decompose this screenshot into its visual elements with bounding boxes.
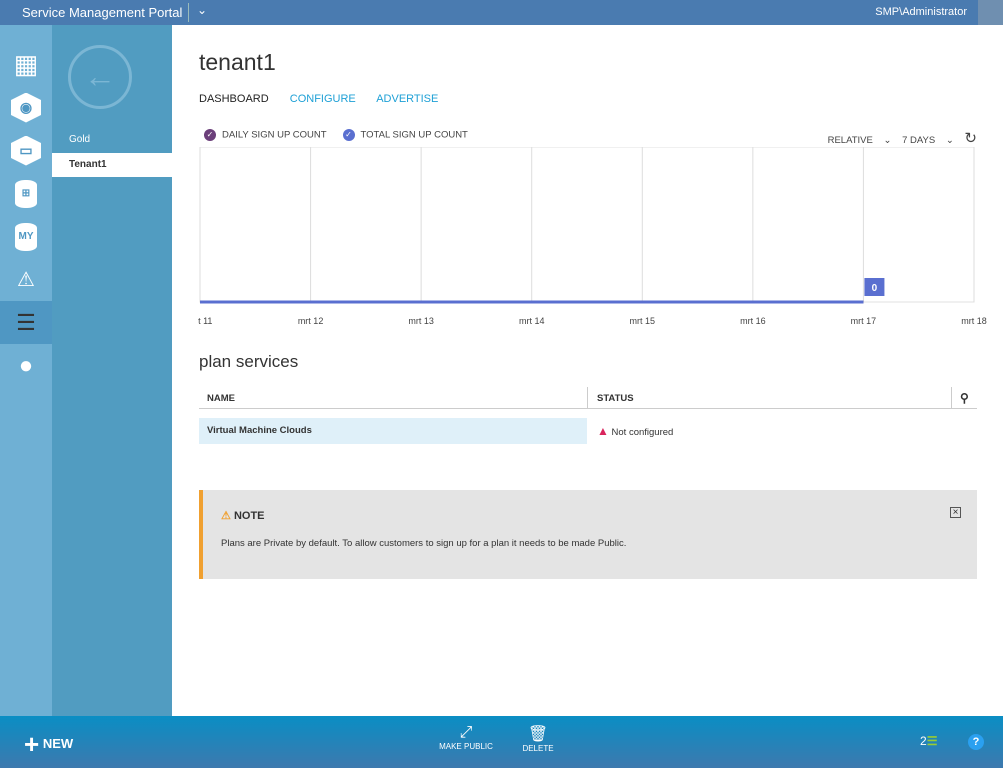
delete-button[interactable]: 🗑 DELETE (520, 724, 556, 753)
chevron-down-icon[interactable]: ⌄ (946, 135, 954, 146)
x-tick-label: mrt 17 (851, 316, 877, 326)
tab-configure[interactable]: CONFIGURE (290, 93, 356, 105)
page-title: tenant1 (199, 49, 276, 75)
new-button[interactable]: + NEW (24, 729, 73, 760)
user-accounts-icon[interactable]: ● (0, 344, 52, 387)
tabs: DASHBOARD CONFIGURE ADVERTISE (199, 93, 456, 105)
make-public-label: MAKE PUBLIC (439, 742, 493, 751)
range-select[interactable]: 7 DAYS (902, 135, 935, 146)
left-nav: ▦ ◉ ▭ ⊞ MY ⚠ ☰ ● (0, 25, 52, 716)
service-name[interactable]: Virtual Machine Clouds (199, 418, 587, 444)
help-icon[interactable]: ? (968, 734, 984, 750)
new-label: NEW (42, 735, 74, 751)
check-icon: ✓ (204, 129, 216, 141)
table-header: NAME STATUS ⚲ (199, 387, 977, 409)
avatar[interactable] (978, 0, 1003, 25)
subnav-item-gold[interactable]: Gold (52, 128, 172, 152)
alert-icon[interactable]: ⚠ (0, 258, 52, 301)
web-sites-icon[interactable]: ◉ (0, 86, 52, 129)
plus-icon: + (24, 729, 40, 759)
x-tick-label: mrt 18 (961, 316, 987, 326)
note-title: ⚠ NOTE (221, 509, 265, 522)
operations-icon: ☰ (926, 734, 938, 748)
delete-label: DELETE (522, 744, 554, 753)
chevron-down-icon[interactable]: ⌄ (188, 3, 207, 22)
chevron-down-icon[interactable]: ⌄ (883, 135, 891, 146)
x-tick-label: mrt 15 (630, 316, 656, 326)
x-tick-label: mrt 14 (519, 316, 545, 326)
signup-chart: mrt 11 mrt 12 mrt 13 mrt 14 mrt 15 mrt 16 mrt … (198, 147, 987, 326)
chart-legend: ✓ DAILY SIGN UP COUNT ✓ TOTAL SIGN UP COUN… (204, 129, 468, 141)
x-tick-label: mrt 11 (198, 316, 212, 326)
warning-icon: ▲ (597, 424, 609, 438)
legend-total[interactable]: ✓ TOTAL SIGN UP COUNT (342, 129, 468, 141)
main-content: tenant1 DASHBOARD CONFIGURE ADVERTISE ✓ D… (172, 25, 1003, 716)
trash-icon: 🗑 (527, 726, 549, 743)
x-tick-label: mrt 12 (298, 316, 324, 326)
user-name[interactable]: SMP\Administrator (875, 6, 967, 18)
top-bar: Service Management Portal ⌄ SMP\Administ… (0, 0, 1003, 25)
command-bar: + NEW ⤢ MAKE PUBLIC 🗑 DELETE 2☰ ? (0, 716, 1003, 768)
x-tick-label: mrt 16 (740, 316, 766, 326)
legend-daily[interactable]: ✓ DAILY SIGN UP COUNT (204, 129, 327, 141)
mysql-database-icon[interactable]: MY (0, 215, 52, 258)
plan-services-table: NAME STATUS ⚲ Virtual Machine Clouds ▲ N… (199, 387, 977, 444)
check-icon: ✓ (342, 129, 355, 141)
note-body: Plans are Private by default. To allow c… (221, 538, 627, 549)
legend-label: TOTAL SIGN UP COUNT (360, 129, 468, 141)
all-items-grid-icon[interactable]: ▦ (0, 43, 52, 86)
operations-indicator[interactable]: 2☰ (920, 734, 937, 748)
data-label: 0 (872, 283, 878, 294)
mode-select[interactable]: RELATIVE (828, 135, 873, 146)
tab-advertise[interactable]: ADVERTISE (376, 93, 438, 105)
refresh-icon[interactable]: ↻ (964, 130, 977, 147)
operations-count: 2 (920, 734, 927, 748)
subnav-item-tenant1[interactable]: Tenant1 (52, 153, 172, 177)
expand-arrows-icon: ⤢ (459, 724, 473, 741)
column-status[interactable]: STATUS (587, 387, 634, 409)
x-tick-label: mrt 13 (408, 316, 434, 326)
status-text: Not configured (611, 427, 674, 438)
close-icon[interactable]: × (950, 507, 961, 518)
sub-nav: ← Gold Tenant1 (52, 25, 172, 716)
legend-label: DAILY SIGN UP COUNT (222, 129, 327, 141)
portal-title: Service Management Portal (22, 5, 183, 20)
status-cell: ▲ Not configured (597, 424, 673, 438)
sql-database-icon[interactable]: ⊞ (0, 172, 52, 215)
note-banner: ⚠ NOTE Plans are Private by default. To … (199, 490, 977, 579)
search-icon[interactable]: ⚲ (951, 387, 969, 409)
chart-controls: RELATIVE ⌄ 7 DAYS ⌄ ↻ (820, 129, 977, 147)
tab-dashboard[interactable]: DASHBOARD (199, 93, 269, 105)
column-name[interactable]: NAME (207, 393, 235, 404)
back-arrow-icon[interactable]: ← (68, 45, 132, 109)
table-row[interactable]: Virtual Machine Clouds ▲ Not configured (199, 418, 977, 444)
plans-list-icon[interactable]: ☰ (0, 301, 52, 344)
warning-icon: ⚠ (221, 510, 231, 522)
virtual-machines-icon[interactable]: ▭ (0, 129, 52, 172)
plot-area (199, 147, 975, 303)
make-public-button[interactable]: ⤢ MAKE PUBLIC (438, 724, 494, 751)
note-title-text: NOTE (233, 510, 265, 522)
section-title: plan services (199, 352, 299, 371)
